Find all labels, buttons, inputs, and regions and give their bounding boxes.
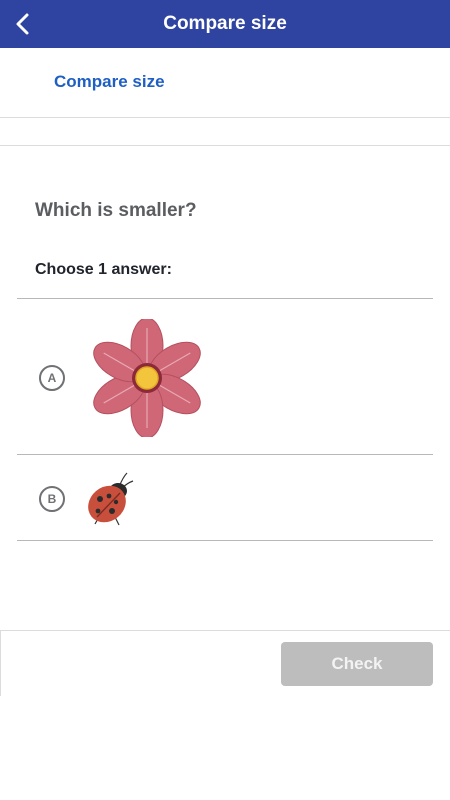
page-title: Compare size [163,13,287,34]
choice-letter-a: A [39,365,65,391]
ladybug-image [88,472,134,526]
flower-image [93,319,201,437]
answer-instruction: Choose 1 answer: [35,261,172,278]
top-bar: Compare size [0,0,450,48]
section-divider [0,145,450,146]
answer-footer: Check [0,630,450,696]
check-button[interactable]: Check [281,642,433,686]
answer-choices: A B [17,298,433,541]
choice-a[interactable]: A [17,298,433,454]
exercise-breadcrumb: Compare size [0,48,450,118]
choice-b[interactable]: B [17,454,433,541]
question-prompt: Which is smaller? [35,200,197,221]
exercise-title-link[interactable]: Compare size [54,72,165,92]
choice-letter-b: B [39,486,65,512]
